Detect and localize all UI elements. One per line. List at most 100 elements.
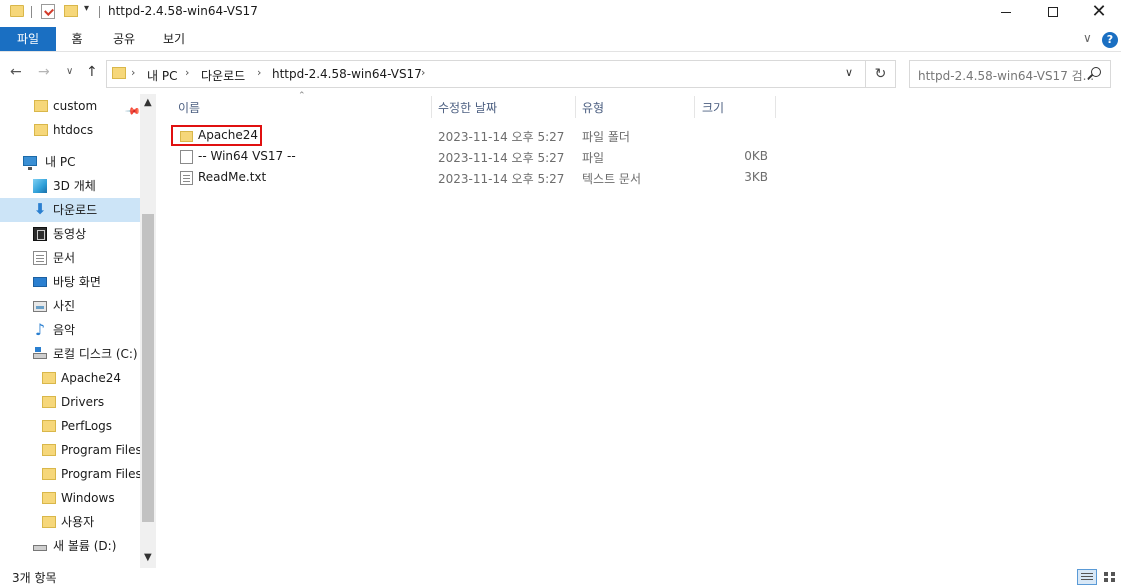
nav-item-desktop[interactable]: 바탕 화면 [0, 270, 140, 294]
folder-icon [42, 516, 56, 528]
address-bar[interactable]: › 내 PC › 다운로드 › httpd-2.4.58-win64-VS17 … [106, 60, 866, 88]
text-file-icon [180, 171, 193, 185]
nav-item-3d-objects[interactable]: 3D 개체 [0, 174, 140, 198]
nav-item-label: 음악 [53, 323, 76, 337]
refresh-button[interactable]: ↻ [866, 60, 896, 88]
nav-item-custom[interactable]: custom 📌 [0, 94, 140, 118]
nav-item-windows[interactable]: Windows [0, 486, 140, 510]
nav-item-program-files[interactable]: Program Files [0, 438, 140, 462]
tab-file[interactable]: 파일 [0, 27, 56, 51]
file-type: 파일 [582, 151, 605, 165]
folder-icon [34, 100, 48, 112]
column-divider[interactable] [694, 96, 695, 118]
tab-home[interactable]: 홈 [62, 27, 92, 51]
tab-view[interactable]: 보기 [156, 27, 192, 51]
nav-item-label: 바탕 화면 [53, 275, 101, 289]
ribbon: 파일 홈 공유 보기 ∨ ? [0, 27, 1121, 52]
nav-item-label: 동영상 [53, 227, 87, 241]
up-button[interactable]: ↑ [86, 64, 98, 80]
details-view-icon[interactable] [1077, 569, 1097, 585]
nav-item-htdocs[interactable]: htdocs [0, 118, 140, 142]
column-divider[interactable] [575, 96, 576, 118]
file-modified: 2023-11-14 오후 5:27 [438, 151, 565, 165]
file-name[interactable]: -- Win64 VS17 -- [198, 149, 296, 163]
file-row[interactable]: Apache24 2023-11-14 오후 5:27 파일 폴더 [170, 125, 780, 146]
minimize-icon [1001, 12, 1011, 13]
minimize-button[interactable] [983, 0, 1029, 26]
scroll-up-icon[interactable]: ▲ [144, 97, 152, 108]
nav-item-apache24[interactable]: Apache24 [0, 366, 140, 390]
nav-item-pictures[interactable]: 사진 [0, 294, 140, 318]
new-folder-icon[interactable] [64, 5, 78, 17]
column-divider[interactable] [431, 96, 432, 118]
folder-icon [42, 468, 56, 480]
file-row[interactable]: -- Win64 VS17 -- 2023-11-14 오후 5:27 파일 0… [170, 146, 780, 167]
column-size[interactable]: 크기 [702, 99, 724, 116]
column-divider[interactable] [775, 96, 776, 118]
nav-item-label: 3D 개체 [53, 179, 96, 193]
recent-locations-button[interactable]: ∨ [66, 66, 73, 77]
pc-icon [23, 156, 37, 170]
search-input[interactable]: httpd-2.4.58-win64-VS17 검... [918, 67, 1094, 84]
file-name[interactable]: Apache24 [198, 128, 258, 142]
breadcrumb-separator[interactable]: › [257, 66, 261, 79]
folder-icon [42, 492, 56, 504]
large-icons-view-icon[interactable] [1101, 569, 1119, 585]
nav-item-new-volume-d[interactable]: 새 볼륨 (D:) [0, 534, 140, 558]
folder-icon[interactable] [10, 5, 24, 17]
file-name[interactable]: ReadMe.txt [198, 170, 266, 184]
address-dropdown-icon[interactable]: ∨ [845, 66, 853, 79]
breadcrumb-current-folder[interactable]: httpd-2.4.58-win64-VS17 [272, 67, 422, 81]
breadcrumb-separator[interactable]: › [131, 66, 135, 79]
nav-item-this-pc[interactable]: 내 PC [0, 150, 140, 174]
nav-item-drivers[interactable]: Drivers [0, 390, 140, 414]
nav-item-label: 로컬 디스크 (C:) [53, 347, 138, 361]
file-row[interactable]: ReadMe.txt 2023-11-14 오후 5:27 텍스트 문서 3KB [170, 167, 780, 188]
column-type[interactable]: 유형 [582, 99, 604, 116]
nav-item-label: 사용자 [61, 515, 95, 529]
nav-item-documents[interactable]: 문서 [0, 246, 140, 270]
forward-button[interactable]: → [38, 64, 50, 80]
quick-access-dropdown-icon[interactable]: ▾ [84, 3, 89, 14]
nav-item-program-files-x86[interactable]: Program Files [0, 462, 140, 486]
nav-item-label: 새 볼륨 (D:) [53, 539, 117, 553]
folder-icon [112, 67, 126, 79]
cube-icon [33, 179, 47, 193]
file-type: 파일 폴더 [582, 130, 630, 144]
back-button[interactable]: ← [10, 64, 22, 80]
search-box[interactable]: httpd-2.4.58-win64-VS17 검... [909, 60, 1111, 88]
tab-share[interactable]: 공유 [106, 27, 142, 51]
nav-item-local-disk-c[interactable]: 로컬 디스크 (C:) [0, 342, 140, 366]
scroll-down-icon[interactable]: ▼ [144, 552, 152, 563]
breadcrumb-downloads[interactable]: 다운로드 [201, 67, 245, 84]
maximize-button[interactable] [1030, 0, 1076, 26]
properties-icon[interactable] [41, 4, 55, 19]
nav-scrollbar-thumb[interactable] [142, 214, 154, 522]
nav-item-users[interactable]: 사용자 [0, 510, 140, 534]
column-name[interactable]: 이름 [178, 99, 200, 116]
nav-item-videos[interactable]: 동영상 [0, 222, 140, 246]
drive-icon [33, 545, 47, 551]
breadcrumb-this-pc[interactable]: 내 PC [147, 67, 177, 84]
breadcrumb-separator[interactable]: › [421, 66, 425, 79]
file-modified: 2023-11-14 오후 5:27 [438, 130, 565, 144]
music-icon: ♪ [34, 320, 46, 339]
file-type: 텍스트 문서 [582, 172, 642, 186]
search-icon[interactable] [1091, 67, 1101, 77]
nav-item-perflogs[interactable]: PerfLogs [0, 414, 140, 438]
drive-icon [33, 347, 47, 359]
nav-item-downloads[interactable]: ⬇ 다운로드 [0, 198, 140, 222]
title-bar: ▾ httpd-2.4.58-win64-VS17 ✕ [0, 0, 1121, 26]
navigation-pane: custom 📌 htdocs 내 PC 3D 개체 ⬇ 다운로드 동영상 문서… [0, 94, 156, 568]
chevron-down-icon[interactable]: ∨ [1083, 31, 1092, 45]
file-size: 0KB [744, 149, 768, 163]
breadcrumb-separator[interactable]: › [185, 66, 189, 79]
pin-icon[interactable]: 📌 [119, 99, 140, 118]
column-modified[interactable]: 수정한 날짜 [438, 99, 497, 116]
file-size: 3KB [744, 170, 768, 184]
help-icon[interactable]: ? [1102, 32, 1118, 48]
item-count: 3개 항목 [12, 571, 57, 585]
download-icon: ⬇ [33, 200, 47, 218]
close-button[interactable]: ✕ [1076, 0, 1121, 26]
nav-item-music[interactable]: ♪ 음악 [0, 318, 140, 342]
